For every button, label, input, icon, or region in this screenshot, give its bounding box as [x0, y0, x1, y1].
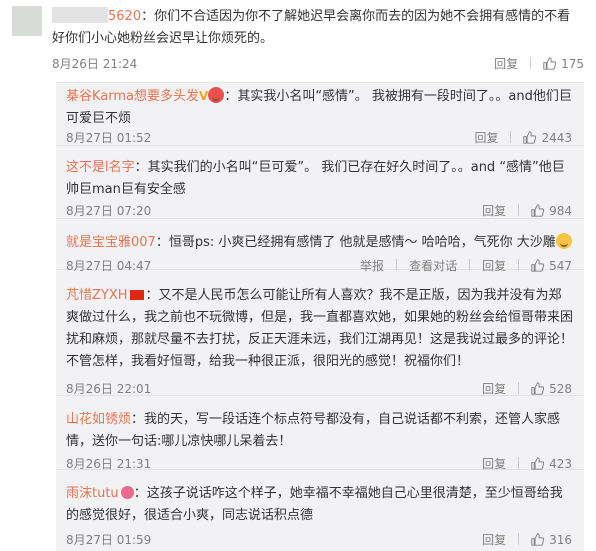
thumbs-up-icon: [523, 131, 536, 144]
thumbs-up-icon: [531, 457, 544, 470]
divider: [530, 57, 532, 69]
reply-time: 8月27日 07:20: [66, 204, 152, 218]
like-button[interactable]: 316: [531, 533, 572, 547]
reply-button[interactable]: 回复: [482, 382, 506, 396]
grin-emoji-icon: [555, 233, 572, 249]
reply-time: 8月26日 21:31: [66, 457, 152, 471]
like-count: 984: [549, 204, 572, 218]
list-item: 山花如锈烦：我的天，写一段话连个标点符号都没有，自己说话都不利索，还管人家感情，…: [56, 405, 584, 472]
reply-actions: 举报 查看对话 回复 547: [360, 257, 572, 274]
like-count: 175: [561, 57, 584, 71]
reply-actions: 回复 528: [482, 380, 572, 397]
divider: [518, 382, 520, 394]
divider: [518, 533, 520, 545]
divider: [469, 259, 471, 271]
thumbs-up-icon: [531, 259, 544, 272]
report-button[interactable]: 举报: [360, 259, 384, 273]
reply-text: ：这孩子说话咋这个样子，她幸福不幸福她自己心里很清楚，至少恒哥给我的感觉很好，很…: [66, 486, 563, 523]
thumbs-up-icon: [531, 382, 544, 395]
reply-actions: 回复 984: [482, 202, 572, 219]
main-comment-time: 8月26日 21:24: [52, 57, 138, 71]
reply-time: 8月26日 22:01: [66, 382, 152, 396]
divider: [518, 204, 520, 216]
like-button[interactable]: 984: [531, 204, 572, 218]
verified-icon: V: [199, 89, 209, 103]
reply-text: ：我的天，写一段话连个标点符号都没有，自己说话都不利索，还管人家感情，送你一句话…: [66, 412, 561, 449]
like-button[interactable]: 2443: [523, 131, 572, 145]
like-button[interactable]: 528: [531, 382, 572, 396]
like-count: 547: [549, 259, 572, 273]
reply-username[interactable]: 这不是l名字: [66, 160, 135, 175]
china-flag-icon: [129, 290, 144, 300]
reply-button[interactable]: 回复: [482, 533, 506, 547]
reply-button[interactable]: 回复: [482, 457, 506, 471]
reply-text-block: 雨沫tutu ：这孩子说话咋这个样子，她幸福不幸福她自己心里很清楚，至少恒哥给我的…: [66, 483, 574, 527]
reply-time: 8月27日 01:59: [66, 533, 152, 547]
reply-actions: 回复 316: [482, 531, 572, 548]
divider: [518, 259, 520, 271]
reply-username[interactable]: 就是宝宝雅007: [66, 235, 156, 250]
blurred-username: [52, 7, 108, 23]
like-button[interactable]: 547: [531, 259, 572, 273]
like-count: 423: [549, 457, 572, 471]
reply-actions: 回复 2443: [474, 129, 572, 146]
main-comment: 5620：你们不合适因为你不了解她迟早会离你而去的因为她不会拥有感情的不看好你们…: [0, 0, 596, 82]
like-button[interactable]: 423: [531, 457, 572, 471]
like-count: 528: [549, 382, 572, 396]
divider: [396, 259, 398, 271]
reply-text-block: 就是宝宝雅007：恒哥ps: 小爽已经拥有感情了 他就是感情～ 哈哈哈，气死你 …: [66, 232, 574, 254]
thumbs-up-icon: [531, 204, 544, 217]
list-item: 芃惜ZYXH ：又不是人民币怎么可能让所有人喜欢？我不是正版，因为我并没有为郑爽做…: [56, 281, 584, 396]
main-comment-actions: 回复 175: [494, 55, 584, 72]
divider: [518, 457, 520, 469]
badge-icon: [120, 486, 134, 499]
thumbs-up-icon: [543, 57, 556, 70]
reply-username[interactable]: 棊谷Karma想要多头发: [66, 89, 199, 104]
avatar[interactable]: [12, 6, 42, 36]
reply-username[interactable]: 雨沫tutu: [66, 486, 119, 501]
list-item: 棊谷Karma想要多头发V ：其实我小名叫“感情”。 我被拥有一段时间了。。and…: [56, 83, 584, 146]
view-dialog-button[interactable]: 查看对话: [409, 259, 457, 273]
reply-actions: 回复 423: [482, 455, 572, 472]
reply-text-block: 山花如锈烦：我的天，写一段话连个标点符号都没有，自己说话都不利索，还管人家感情，…: [66, 409, 574, 453]
main-comment-username[interactable]: 5620: [108, 9, 141, 24]
reply-text: ：又不是人民币怎么可能让所有人喜欢？我不是正版，因为我并没有为郑爽做过什么，我之…: [66, 288, 574, 369]
reply-time: 8月27日 01:52: [66, 131, 152, 145]
reply-button[interactable]: 回复: [494, 55, 518, 72]
like-count: 316: [549, 533, 572, 547]
list-item: 就是宝宝雅007：恒哥ps: 小爽已经拥有感情了 他就是感情～ 哈哈哈，气死你 …: [56, 227, 584, 273]
reply-text: ：其实我们的小名叫“巨可爱”。 我们已存在好久时间了。。and “感情”他巨帅巨…: [66, 160, 565, 197]
reply-button[interactable]: 回复: [482, 259, 506, 273]
replies-panel: 棊谷Karma想要多头发V ：其实我小名叫“感情”。 我被拥有一段时间了。。and…: [56, 82, 584, 551]
reply-button[interactable]: 回复: [482, 204, 506, 218]
list-item: 雨沫tutu ：这孩子说话咋这个样子，她幸福不幸福她自己心里很清楚，至少恒哥给我的…: [56, 479, 584, 551]
divider: [510, 131, 512, 143]
grin-emoji-icon: [208, 87, 225, 103]
reply-text-block: 这不是l名字：其实我们的小名叫“巨可爱”。 我们已存在好久时间了。。and “感…: [66, 157, 574, 201]
reply-username[interactable]: 山花如锈烦: [66, 412, 131, 427]
reply-username[interactable]: 芃惜ZYXH: [66, 288, 128, 303]
reply-text: ：恒哥ps: 小爽已经拥有感情了 他就是感情～ 哈哈哈，气死你 大沙雕: [155, 235, 556, 250]
list-item: 这不是l名字：其实我们的小名叫“巨可爱”。 我们已存在好久时间了。。and “感…: [56, 154, 584, 219]
reply-text-block: 芃惜ZYXH ：又不是人民币怎么可能让所有人喜欢？我不是正版，因为我并没有为郑爽做…: [66, 285, 574, 373]
main-comment-text-block: 5620：你们不合适因为你不了解她迟早会离你而去的因为她不会拥有感情的不看好你们…: [52, 6, 582, 50]
reply-button[interactable]: 回复: [474, 131, 498, 145]
like-button[interactable]: 175: [543, 57, 584, 71]
like-count: 2443: [541, 131, 572, 145]
reply-text-block: 棊谷Karma想要多头发V ：其实我小名叫“感情”。 我被拥有一段时间了。。and…: [66, 85, 574, 130]
thumbs-up-icon: [531, 533, 544, 546]
reply-time: 8月27日 04:47: [66, 259, 152, 273]
